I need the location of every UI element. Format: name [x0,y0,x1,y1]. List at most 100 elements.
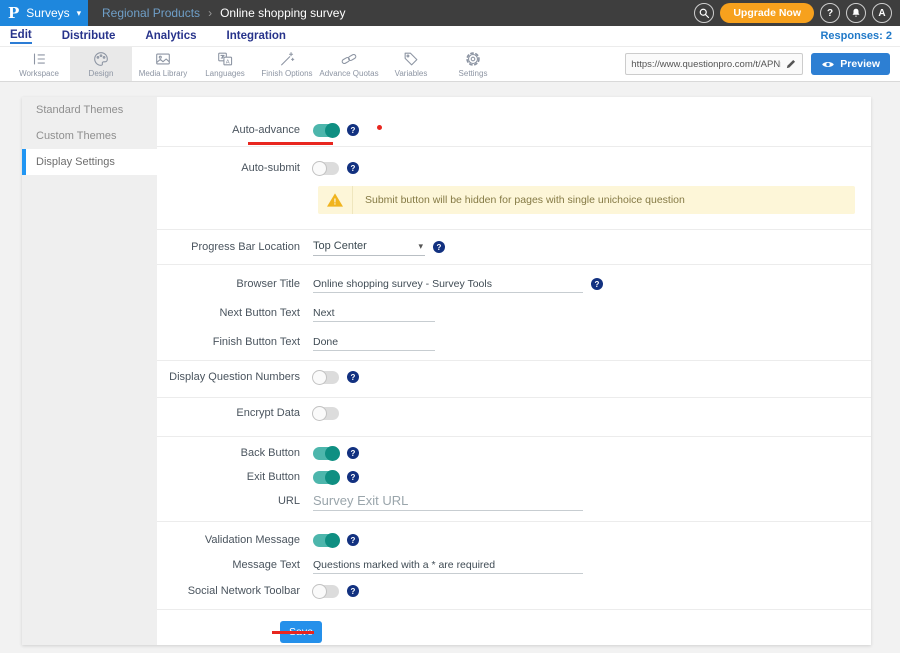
validation-message-help-icon[interactable]: ? [347,534,359,546]
auto-submit-warning: ! Submit button will be hidden for pages… [318,186,855,214]
exit-button-label: Exit Button [157,471,300,483]
tab-edit[interactable]: Edit [10,28,32,44]
browser-title-help-icon[interactable]: ? [591,278,603,290]
breadcrumb-separator: › [208,6,212,20]
next-button-text-label: Next Button Text [157,307,300,319]
toggle-knob [312,406,327,421]
exit-button-toggle[interactable] [313,471,339,484]
progress-bar-help-icon[interactable]: ? [433,241,445,253]
tab-integration[interactable]: Integration [227,29,286,43]
auto-advance-label: Auto-advance [157,124,300,136]
warning-triangle-icon: ! [326,192,344,208]
toolbar-item-settings[interactable]: Settings [442,47,504,81]
auto-advance-toggle[interactable] [313,124,339,137]
finish-options-icon [278,50,296,68]
media-library-icon [154,50,172,68]
tab-distribute[interactable]: Distribute [62,29,116,43]
survey-nav: Edit Distribute Analytics Integration Re… [0,26,900,46]
topbar-actions: Upgrade Now ? A [694,0,900,26]
questionpro-logo-icon: P [8,4,19,22]
toggle-knob [312,370,327,385]
breadcrumb-parent[interactable]: Regional Products [102,6,200,20]
edit-pencil-icon[interactable] [785,58,797,70]
design-toolbar: Workspace Design Media Library A Languag… [0,46,900,82]
themes-sidebar: Standard Themes Custom Themes Display Se… [22,97,157,645]
surveys-product-menu[interactable]: P Surveys ▾ [0,0,88,26]
finish-button-text-label: Finish Button Text [157,336,300,348]
toolbar-item-design[interactable]: Design [70,47,132,81]
warning-text: Submit button will be hidden for pages w… [353,194,685,206]
breadcrumb-current: Online shopping survey [220,6,345,20]
selected-option: Top Center [313,240,367,252]
svg-text:A: A [226,60,230,66]
eye-icon [821,59,835,70]
toolbar-right: Preview [625,47,900,81]
auto-advance-help-icon[interactable]: ? [347,124,359,136]
toggle-knob [325,446,340,461]
search-button[interactable] [694,3,714,23]
progress-bar-location-select[interactable]: Top Center ▾ [313,238,425,256]
exit-url-label: URL [157,495,300,507]
help-button[interactable]: ? [820,3,840,23]
social-network-toolbar-help-icon[interactable]: ? [347,585,359,597]
validation-message-toggle[interactable] [313,534,339,547]
annotation-red-dot [377,125,382,130]
toolbar-item-languages[interactable]: A Languages [194,47,256,81]
top-bar: P Surveys ▾ Regional Products › Online s… [0,0,900,26]
annotation-underline-save [272,631,314,634]
toolbar-item-media-library[interactable]: Media Library [132,47,194,81]
auto-submit-toggle[interactable] [313,162,339,175]
validation-message-label: Validation Message [157,534,300,546]
tab-analytics[interactable]: Analytics [145,29,196,43]
workspace-icon [30,50,48,68]
preview-label: Preview [840,58,880,70]
account-avatar[interactable]: A [872,3,892,23]
browser-title-input[interactable] [313,276,583,293]
design-icon [92,50,110,68]
exit-url-input[interactable] [313,491,583,511]
auto-submit-help-icon[interactable]: ? [347,162,359,174]
annotation-underline-auto-advance [248,142,333,145]
sidebar-item-standard-themes[interactable]: Standard Themes [22,97,157,123]
back-button-help-icon[interactable]: ? [347,447,359,459]
next-button-text-input[interactable] [313,305,435,322]
display-question-numbers-toggle[interactable] [313,371,339,384]
sidebar-item-custom-themes[interactable]: Custom Themes [22,123,157,149]
preview-button[interactable]: Preview [811,53,890,75]
toolbar-item-variables[interactable]: Variables [380,47,442,81]
chevron-down-icon: ▾ [77,8,82,19]
finish-button-text-input[interactable] [313,334,435,351]
responses-count[interactable]: Responses: 2 [820,30,892,42]
sidebar-item-display-settings[interactable]: Display Settings [22,149,157,175]
bell-icon [850,7,862,19]
message-text-input[interactable] [313,557,583,574]
toggle-knob [312,584,327,599]
toolbar-item-workspace[interactable]: Workspace [8,47,70,81]
back-button-label: Back Button [157,447,300,459]
chevron-down-icon: ▾ [418,241,423,252]
encrypt-data-toggle[interactable] [313,407,339,420]
upgrade-now-button[interactable]: Upgrade Now [720,3,814,23]
progress-bar-location-label: Progress Bar Location [157,241,300,253]
search-icon [698,7,710,19]
display-question-numbers-help-icon[interactable]: ? [347,371,359,383]
svg-text:!: ! [334,198,337,207]
page-background: Standard Themes Custom Themes Display Se… [0,82,900,653]
social-network-toolbar-label: Social Network Toolbar [157,585,300,597]
variables-icon [402,50,420,68]
back-button-toggle[interactable] [313,447,339,460]
toolbar-item-finish-options[interactable]: Finish Options [256,47,318,81]
product-name: Surveys [26,6,69,20]
advance-quotas-icon [340,50,358,68]
toolbar-item-advance-quotas[interactable]: Advance Quotas [318,47,380,81]
toggle-knob [325,470,340,485]
social-network-toolbar-toggle[interactable] [313,585,339,598]
survey-url-input[interactable] [631,59,781,70]
toggle-knob [312,161,327,176]
encrypt-data-label: Encrypt Data [157,407,300,419]
exit-button-help-icon[interactable]: ? [347,471,359,483]
survey-url-box [625,53,803,75]
notifications-button[interactable] [846,3,866,23]
languages-icon: A [216,50,234,68]
toggle-knob [325,123,340,138]
